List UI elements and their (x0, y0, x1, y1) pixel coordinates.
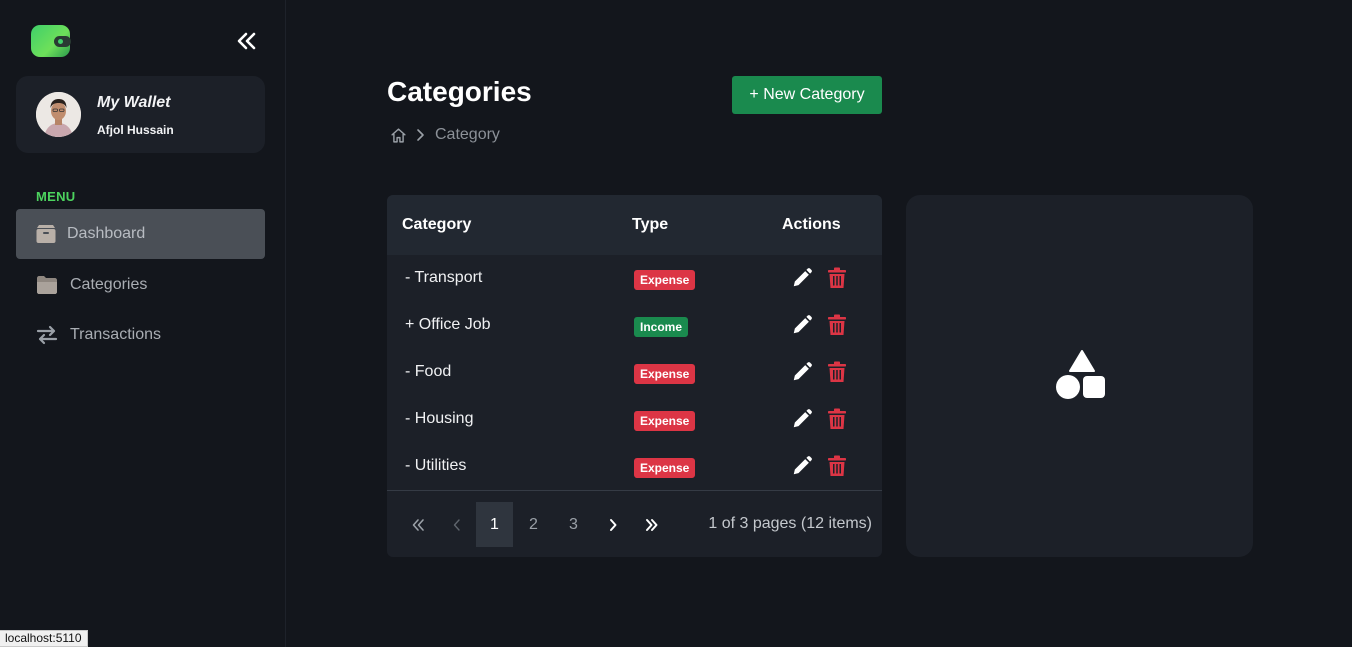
new-category-button[interactable]: + New Category (732, 76, 882, 114)
trash-icon[interactable] (827, 314, 847, 336)
table-row[interactable]: + Office Job Income (387, 302, 882, 349)
type-badge: Expense (634, 458, 696, 478)
browser-status-url: localhost:5110 (0, 630, 88, 647)
category-name: + Office Job (405, 316, 491, 333)
page-button-3[interactable]: 3 (555, 502, 592, 547)
category-name: - Housing (405, 410, 474, 427)
sidebar: My Wallet Afjol Hussain MENU Dashboard C… (0, 0, 286, 647)
chevron-left-icon (453, 518, 460, 531)
wallet-name: My Wallet (97, 94, 171, 111)
avatar (36, 92, 81, 137)
folder-icon (37, 276, 57, 294)
type-badge: Expense (634, 270, 696, 290)
sidebar-item-label: Transactions (70, 326, 161, 343)
type-badge: Expense (634, 411, 696, 431)
next-page-button[interactable] (594, 502, 631, 547)
table-row[interactable]: - Housing Expense (387, 396, 882, 443)
chevron-right-icon (417, 129, 424, 141)
type-badge: Expense (634, 364, 696, 384)
table-row[interactable]: - Food Expense (387, 349, 882, 396)
pencil-icon[interactable] (791, 408, 813, 430)
double-chevron-right-icon (645, 518, 657, 531)
pencil-icon[interactable] (791, 361, 813, 383)
pencil-icon[interactable] (791, 267, 813, 289)
trash-icon[interactable] (827, 267, 847, 289)
collapse-sidebar-button[interactable] (234, 29, 258, 53)
category-name: - Utilities (405, 457, 467, 474)
column-header-actions: Actions (782, 216, 841, 233)
box-icon (36, 225, 56, 243)
sidebar-item-transactions[interactable]: Transactions (16, 310, 265, 360)
last-page-button[interactable] (633, 502, 670, 547)
page-button-1[interactable]: 1 (476, 502, 513, 547)
type-badge: Income (634, 317, 689, 337)
menu-section-label: MENU (36, 189, 76, 204)
sidebar-item-dashboard[interactable]: Dashboard (16, 209, 265, 259)
breadcrumb: Category (390, 125, 500, 145)
trash-icon[interactable] (827, 455, 847, 477)
chevron-right-icon (609, 518, 616, 531)
previous-page-button[interactable] (438, 502, 475, 547)
double-chevron-left-icon (237, 32, 256, 50)
sidebar-item-label: Dashboard (67, 225, 146, 242)
column-header-type[interactable]: Type (632, 216, 668, 234)
wallet-logo-icon[interactable] (31, 25, 71, 57)
table-row[interactable]: - Utilities Expense (387, 443, 882, 490)
breadcrumb-current: Category (435, 126, 500, 143)
trash-icon[interactable] (827, 361, 847, 383)
home-icon[interactable] (390, 127, 407, 144)
user-name: Afjol Hussain (97, 123, 174, 137)
table-header: Category Type Actions (387, 195, 882, 255)
profile-card[interactable]: My Wallet Afjol Hussain (16, 76, 265, 153)
pagination-info: 1 of 3 pages (12 items) (708, 515, 872, 532)
category-name: - Food (405, 363, 452, 380)
double-chevron-left-icon (412, 518, 424, 531)
category-name: - Transport (405, 269, 483, 286)
table-row[interactable]: - Transport Expense (387, 255, 882, 302)
pencil-icon[interactable] (791, 314, 813, 336)
shapes-icon (1056, 350, 1105, 399)
sidebar-item-categories[interactable]: Categories (16, 260, 265, 310)
page-title: Categories (387, 76, 532, 107)
trash-icon[interactable] (827, 408, 847, 430)
page-button-2[interactable]: 2 (515, 502, 552, 547)
first-page-button[interactable] (399, 502, 436, 547)
categories-table: Category Type Actions - Transport Expens… (387, 195, 882, 557)
pencil-icon[interactable] (791, 455, 813, 477)
arrows-exchange-icon (36, 325, 58, 345)
column-header-category[interactable]: Category (402, 216, 471, 234)
sidebar-item-label: Categories (70, 276, 148, 293)
detail-panel (906, 195, 1253, 557)
pagination: 1 2 3 1 of 3 pages (12 items) (387, 490, 882, 557)
